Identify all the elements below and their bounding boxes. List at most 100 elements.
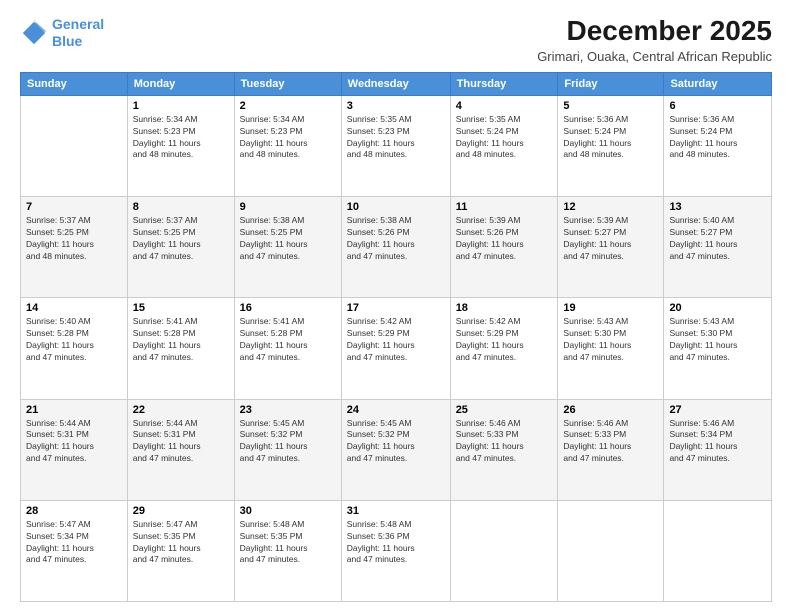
day-number: 25 bbox=[456, 404, 553, 416]
day-info: Sunrise: 5:40 AM Sunset: 5:28 PM Dayligh… bbox=[26, 316, 122, 364]
day-number: 17 bbox=[347, 302, 445, 314]
day-info: Sunrise: 5:36 AM Sunset: 5:24 PM Dayligh… bbox=[563, 114, 658, 162]
day-cell: 17 Sunrise: 5:42 AM Sunset: 5:29 PM Dayli… bbox=[341, 298, 450, 399]
day-cell: 21 Sunrise: 5:44 AM Sunset: 5:31 PM Dayli… bbox=[21, 399, 128, 500]
day-cell: 12 Sunrise: 5:39 AM Sunset: 5:27 PM Dayli… bbox=[558, 197, 664, 298]
day-cell: 4 Sunrise: 5:35 AM Sunset: 5:24 PM Daylig… bbox=[450, 95, 558, 196]
day-info: Sunrise: 5:45 AM Sunset: 5:32 PM Dayligh… bbox=[347, 418, 445, 466]
day-number: 2 bbox=[240, 100, 336, 112]
week-row-4: 21 Sunrise: 5:44 AM Sunset: 5:31 PM Dayli… bbox=[21, 399, 772, 500]
header: General Blue December 2025 Grimari, Ouak… bbox=[20, 16, 772, 64]
day-info: Sunrise: 5:43 AM Sunset: 5:30 PM Dayligh… bbox=[669, 316, 766, 364]
day-number: 19 bbox=[563, 302, 658, 314]
header-day-thursday: Thursday bbox=[450, 72, 558, 95]
day-cell: 30Sunrise: 5:48 AM Sunset: 5:35 PM Dayli… bbox=[234, 500, 341, 601]
day-number: 16 bbox=[240, 302, 336, 314]
day-info: Sunrise: 5:35 AM Sunset: 5:24 PM Dayligh… bbox=[456, 114, 553, 162]
day-number: 6 bbox=[669, 100, 766, 112]
week-row-3: 14 Sunrise: 5:40 AM Sunset: 5:28 PM Dayli… bbox=[21, 298, 772, 399]
header-day-saturday: Saturday bbox=[664, 72, 772, 95]
day-cell: 5Sunrise: 5:36 AM Sunset: 5:24 PM Daylig… bbox=[558, 95, 664, 196]
day-info: Sunrise: 5:36 AM Sunset: 5:24 PM Dayligh… bbox=[669, 114, 766, 162]
day-cell: 13 Sunrise: 5:40 AM Sunset: 5:27 PM Dayli… bbox=[664, 197, 772, 298]
day-cell: 3 Sunrise: 5:35 AM Sunset: 5:23 PM Daylig… bbox=[341, 95, 450, 196]
header-row: SundayMondayTuesdayWednesdayThursdayFrid… bbox=[21, 72, 772, 95]
day-info: Sunrise: 5:46 AM Sunset: 5:33 PM Dayligh… bbox=[456, 418, 553, 466]
week-row-5: 28 Sunrise: 5:47 AM Sunset: 5:34 PM Dayli… bbox=[21, 500, 772, 601]
calendar-body: 1 Sunrise: 5:34 AM Sunset: 5:23 PM Daylig… bbox=[21, 95, 772, 601]
day-number: 1 bbox=[133, 100, 229, 112]
logo-line1: General bbox=[52, 16, 104, 32]
day-cell bbox=[558, 500, 664, 601]
day-info: Sunrise: 5:41 AM Sunset: 5:28 PM Dayligh… bbox=[133, 316, 229, 364]
logo: General Blue bbox=[20, 16, 104, 50]
day-number: 7 bbox=[26, 201, 122, 213]
day-cell: 24Sunrise: 5:45 AM Sunset: 5:32 PM Dayli… bbox=[341, 399, 450, 500]
day-info: Sunrise: 5:34 AM Sunset: 5:23 PM Dayligh… bbox=[240, 114, 336, 162]
day-info: Sunrise: 5:38 AM Sunset: 5:26 PM Dayligh… bbox=[347, 215, 445, 263]
day-cell: 2 Sunrise: 5:34 AM Sunset: 5:23 PM Daylig… bbox=[234, 95, 341, 196]
day-info: Sunrise: 5:46 AM Sunset: 5:34 PM Dayligh… bbox=[669, 418, 766, 466]
day-info: Sunrise: 5:39 AM Sunset: 5:27 PM Dayligh… bbox=[563, 215, 658, 263]
day-number: 28 bbox=[26, 505, 122, 517]
day-number: 13 bbox=[669, 201, 766, 213]
day-number: 4 bbox=[456, 100, 553, 112]
week-row-1: 1 Sunrise: 5:34 AM Sunset: 5:23 PM Daylig… bbox=[21, 95, 772, 196]
day-cell: 1Sunrise: 5:34 AM Sunset: 5:23 PM Daylig… bbox=[127, 95, 234, 196]
day-cell: 20Sunrise: 5:43 AM Sunset: 5:30 PM Dayli… bbox=[664, 298, 772, 399]
day-info: Sunrise: 5:47 AM Sunset: 5:34 PM Dayligh… bbox=[26, 519, 122, 567]
main-title: December 2025 bbox=[537, 16, 772, 47]
day-info: Sunrise: 5:48 AM Sunset: 5:35 PM Dayligh… bbox=[240, 519, 336, 567]
day-cell: 31Sunrise: 5:48 AM Sunset: 5:36 PM Dayli… bbox=[341, 500, 450, 601]
logo-text: General Blue bbox=[52, 16, 104, 50]
week-row-2: 7 Sunrise: 5:37 AM Sunset: 5:25 PM Daylig… bbox=[21, 197, 772, 298]
day-number: 10 bbox=[347, 201, 445, 213]
logo-icon bbox=[20, 19, 48, 47]
day-cell: 9 Sunrise: 5:38 AM Sunset: 5:25 PM Daylig… bbox=[234, 197, 341, 298]
day-info: Sunrise: 5:41 AM Sunset: 5:28 PM Dayligh… bbox=[240, 316, 336, 364]
header-day-friday: Friday bbox=[558, 72, 664, 95]
day-info: Sunrise: 5:47 AM Sunset: 5:35 PM Dayligh… bbox=[133, 519, 229, 567]
day-cell: 7 Sunrise: 5:37 AM Sunset: 5:25 PM Daylig… bbox=[21, 197, 128, 298]
day-info: Sunrise: 5:44 AM Sunset: 5:31 PM Dayligh… bbox=[133, 418, 229, 466]
day-number: 26 bbox=[563, 404, 658, 416]
day-number: 23 bbox=[240, 404, 336, 416]
day-info: Sunrise: 5:44 AM Sunset: 5:31 PM Dayligh… bbox=[26, 418, 122, 466]
day-cell: 14 Sunrise: 5:40 AM Sunset: 5:28 PM Dayli… bbox=[21, 298, 128, 399]
day-cell bbox=[21, 95, 128, 196]
header-day-monday: Monday bbox=[127, 72, 234, 95]
day-number: 11 bbox=[456, 201, 553, 213]
day-info: Sunrise: 5:43 AM Sunset: 5:30 PM Dayligh… bbox=[563, 316, 658, 364]
day-cell: 16 Sunrise: 5:41 AM Sunset: 5:28 PM Dayli… bbox=[234, 298, 341, 399]
day-number: 21 bbox=[26, 404, 122, 416]
day-cell: 10 Sunrise: 5:38 AM Sunset: 5:26 PM Dayli… bbox=[341, 197, 450, 298]
day-number: 9 bbox=[240, 201, 336, 213]
day-number: 14 bbox=[26, 302, 122, 314]
calendar: SundayMondayTuesdayWednesdayThursdayFrid… bbox=[20, 72, 772, 602]
day-info: Sunrise: 5:38 AM Sunset: 5:25 PM Dayligh… bbox=[240, 215, 336, 263]
day-cell: 25 Sunrise: 5:46 AM Sunset: 5:33 PM Dayli… bbox=[450, 399, 558, 500]
title-block: December 2025 Grimari, Ouaka, Central Af… bbox=[537, 16, 772, 64]
calendar-header: SundayMondayTuesdayWednesdayThursdayFrid… bbox=[21, 72, 772, 95]
day-info: Sunrise: 5:42 AM Sunset: 5:29 PM Dayligh… bbox=[347, 316, 445, 364]
day-number: 27 bbox=[669, 404, 766, 416]
day-cell: 6 Sunrise: 5:36 AM Sunset: 5:24 PM Daylig… bbox=[664, 95, 772, 196]
header-day-sunday: Sunday bbox=[21, 72, 128, 95]
day-info: Sunrise: 5:35 AM Sunset: 5:23 PM Dayligh… bbox=[347, 114, 445, 162]
day-info: Sunrise: 5:37 AM Sunset: 5:25 PM Dayligh… bbox=[26, 215, 122, 263]
day-cell: 11 Sunrise: 5:39 AM Sunset: 5:26 PM Dayli… bbox=[450, 197, 558, 298]
day-number: 15 bbox=[133, 302, 229, 314]
day-info: Sunrise: 5:39 AM Sunset: 5:26 PM Dayligh… bbox=[456, 215, 553, 263]
day-info: Sunrise: 5:40 AM Sunset: 5:27 PM Dayligh… bbox=[669, 215, 766, 263]
day-number: 8 bbox=[133, 201, 229, 213]
day-info: Sunrise: 5:37 AM Sunset: 5:25 PM Dayligh… bbox=[133, 215, 229, 263]
day-cell: 8 Sunrise: 5:37 AM Sunset: 5:25 PM Daylig… bbox=[127, 197, 234, 298]
day-number: 12 bbox=[563, 201, 658, 213]
day-info: Sunrise: 5:48 AM Sunset: 5:36 PM Dayligh… bbox=[347, 519, 445, 567]
day-cell: 28 Sunrise: 5:47 AM Sunset: 5:34 PM Dayli… bbox=[21, 500, 128, 601]
logo-line2: Blue bbox=[52, 33, 82, 49]
day-number: 3 bbox=[347, 100, 445, 112]
day-number: 22 bbox=[133, 404, 229, 416]
header-day-tuesday: Tuesday bbox=[234, 72, 341, 95]
day-cell: 15 Sunrise: 5:41 AM Sunset: 5:28 PM Dayli… bbox=[127, 298, 234, 399]
